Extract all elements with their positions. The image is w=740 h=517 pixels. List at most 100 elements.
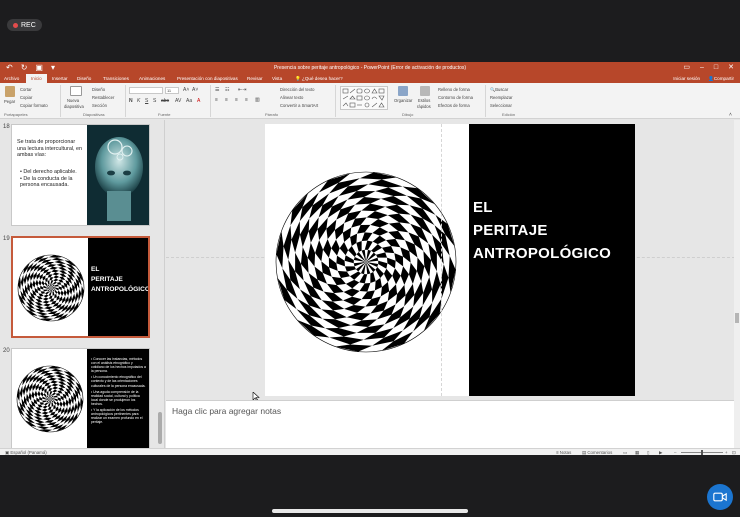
char-spacing-button[interactable]: AV bbox=[175, 98, 181, 104]
quick-styles-icon[interactable] bbox=[420, 86, 430, 96]
strikethrough-button[interactable]: abc bbox=[161, 98, 169, 104]
notes-toggle[interactable]: ≡ Notas bbox=[556, 450, 571, 455]
align-right-icon[interactable]: ≡ bbox=[235, 97, 238, 103]
status-bar: ▣ Español (Panamá) ≡ Notas ▤ Comentarios… bbox=[0, 448, 740, 455]
thumb19-op-art-sphere bbox=[17, 254, 85, 322]
share-button[interactable]: 👤Compartir bbox=[708, 74, 734, 83]
paste-icon[interactable] bbox=[5, 86, 15, 97]
shape-effects-button[interactable]: Efectos de forma bbox=[438, 103, 470, 108]
numbering-icon[interactable]: ☷ bbox=[225, 87, 229, 93]
font-color-button[interactable]: A bbox=[197, 98, 200, 104]
zoom-out-icon[interactable]: – bbox=[674, 450, 676, 455]
collapse-ribbon-icon[interactable]: ˄ bbox=[729, 112, 732, 118]
tab-revisar[interactable]: Revisar bbox=[247, 74, 263, 83]
head-illustration bbox=[87, 125, 149, 225]
thumb20-bullets: • Conocer las instancias, métodos con el… bbox=[91, 357, 147, 424]
group-label-fuente: Fuente bbox=[158, 112, 171, 117]
separator bbox=[485, 85, 486, 117]
tab-inicio[interactable]: Inicio bbox=[26, 74, 47, 83]
italic-button[interactable]: K bbox=[137, 98, 140, 104]
signin-link[interactable]: Iniciar sesión bbox=[673, 74, 700, 83]
columns-icon[interactable]: ▥ bbox=[255, 97, 260, 103]
quick-styles-label[interactable]: Estilos bbox=[418, 98, 430, 103]
ribbon-options-icon[interactable]: ▭ bbox=[683, 63, 690, 73]
slide-title[interactable]: EL PERITAJE ANTROPOLÓGICO bbox=[473, 196, 611, 265]
tab-archivo[interactable]: Archivo bbox=[4, 74, 19, 83]
justify-icon[interactable]: ≡ bbox=[245, 97, 248, 103]
zoom-in-icon[interactable]: + bbox=[725, 450, 728, 455]
slide-thumbnails-panel: 18 Se trata de proporcionar una lectura … bbox=[0, 120, 165, 448]
group-label-diapositivas: Diapositivas bbox=[83, 112, 105, 117]
tab-vista[interactable]: Vista bbox=[272, 74, 282, 83]
thumb18-bullet: • Del derecho aplicable. bbox=[20, 169, 77, 175]
tab-insertar[interactable]: Insertar bbox=[52, 74, 68, 83]
font-size-field[interactable]: 11 bbox=[165, 87, 179, 94]
new-slide-label[interactable]: Nueva bbox=[67, 98, 79, 103]
maximize-icon[interactable]: □ bbox=[714, 63, 718, 73]
format-painter-button[interactable]: Copiar formato bbox=[20, 103, 48, 108]
current-slide[interactable]: EL PERITAJE ANTROPOLÓGICO bbox=[265, 124, 635, 396]
bold-button[interactable]: N bbox=[129, 98, 133, 104]
slide-sorter-icon[interactable]: ▦ bbox=[635, 450, 639, 456]
zoom-slider-thumb[interactable] bbox=[701, 450, 703, 455]
slide-scrollbar-thumb[interactable] bbox=[735, 313, 739, 323]
notes-placeholder: Haga clic para agregar notas bbox=[172, 406, 282, 416]
shape-outline-button[interactable]: Contorno de forma bbox=[438, 95, 473, 100]
arrange-icon[interactable] bbox=[398, 86, 408, 96]
arrange-button[interactable]: Organizar bbox=[394, 98, 412, 103]
tab-diseno[interactable]: Diseño bbox=[77, 74, 91, 83]
fit-slide-icon[interactable]: ⊡ bbox=[732, 450, 736, 456]
camera-button[interactable] bbox=[707, 484, 733, 510]
shadow-button[interactable]: S bbox=[153, 98, 156, 104]
slide-thumbnail-20[interactable]: • Conocer las instancias, métodos con el… bbox=[11, 348, 150, 448]
minimize-icon[interactable]: – bbox=[700, 63, 704, 73]
home-indicator[interactable] bbox=[272, 509, 468, 513]
new-slide-icon[interactable] bbox=[70, 86, 82, 96]
bullets-icon[interactable]: ☰ bbox=[215, 87, 219, 93]
cut-button[interactable]: Cortar bbox=[20, 87, 32, 92]
slide-thumbnail-18[interactable]: Se trata de proporcionar una lectura int… bbox=[11, 124, 150, 226]
find-button[interactable]: 🔍Buscar bbox=[490, 87, 508, 93]
layout-button[interactable]: Diseño bbox=[92, 87, 105, 92]
align-left-icon[interactable]: ≡ bbox=[215, 97, 218, 103]
shapes-gallery[interactable] bbox=[340, 86, 388, 110]
thumb18-bullet: • De la conducta de la persona encausada… bbox=[20, 175, 73, 189]
shrink-font-icon[interactable]: A˅ bbox=[192, 87, 198, 93]
smartart-button[interactable]: Convertir a SmartArt bbox=[280, 103, 318, 108]
language-status[interactable]: ▣ Español (Panamá) bbox=[5, 450, 47, 456]
reset-button[interactable]: Restablecer bbox=[92, 95, 114, 100]
thumb18-intro: Se trata de proporcionar una lectura int… bbox=[17, 139, 83, 159]
normal-view-icon[interactable]: ▭ bbox=[623, 450, 627, 456]
reading-view-icon[interactable]: ▯ bbox=[647, 450, 649, 456]
recording-indicator[interactable]: REC bbox=[7, 19, 42, 31]
new-slide-label-2[interactable]: diapositiva bbox=[64, 104, 84, 109]
select-button[interactable]: Seleccionar bbox=[490, 103, 512, 108]
underline-button[interactable]: S bbox=[145, 98, 148, 104]
slide-thumbnail-19[interactable]: EL PERITAJE ANTROPOLÓGICO bbox=[11, 236, 150, 338]
align-text-button[interactable]: Alinear texto bbox=[280, 95, 303, 100]
tab-animaciones[interactable]: Animaciones bbox=[139, 74, 165, 83]
align-center-icon[interactable]: ≡ bbox=[225, 97, 228, 103]
shape-fill-button[interactable]: Relleno de forma bbox=[438, 87, 470, 92]
tell-me-box[interactable]: 💡 ¿Qué desea hacer? bbox=[295, 74, 343, 83]
section-button[interactable]: Sección bbox=[92, 103, 107, 108]
copy-button[interactable]: Copiar bbox=[20, 95, 32, 100]
account-area: Iniciar sesión 👤Compartir bbox=[673, 74, 734, 83]
change-case-button[interactable]: Aa bbox=[186, 98, 192, 104]
notes-pane[interactable]: Haga clic para agregar notas bbox=[166, 400, 734, 448]
comments-toggle[interactable]: ▤ Comentarios bbox=[582, 450, 612, 456]
grow-font-icon[interactable]: A˄ bbox=[183, 87, 189, 93]
quick-styles-label-2[interactable]: rápidos bbox=[417, 104, 431, 109]
thumbnails-scrollbar[interactable] bbox=[158, 412, 162, 444]
tab-transiciones[interactable]: Transiciones bbox=[103, 74, 129, 83]
separator bbox=[125, 85, 126, 117]
tab-presentacion[interactable]: Presentación con diapositivas bbox=[177, 74, 238, 83]
slideshow-icon[interactable]: ▶ bbox=[659, 450, 662, 456]
text-direction-button[interactable]: Dirección del texto bbox=[280, 87, 314, 92]
slide-scrollbar[interactable] bbox=[734, 120, 740, 448]
replace-button[interactable]: Reemplazar bbox=[490, 95, 513, 100]
close-icon[interactable]: ✕ bbox=[728, 63, 734, 73]
indent-icon[interactable]: ⇤⇥ bbox=[238, 87, 246, 93]
font-name-field[interactable] bbox=[129, 87, 163, 94]
paste-button[interactable]: Pegar bbox=[4, 99, 15, 104]
